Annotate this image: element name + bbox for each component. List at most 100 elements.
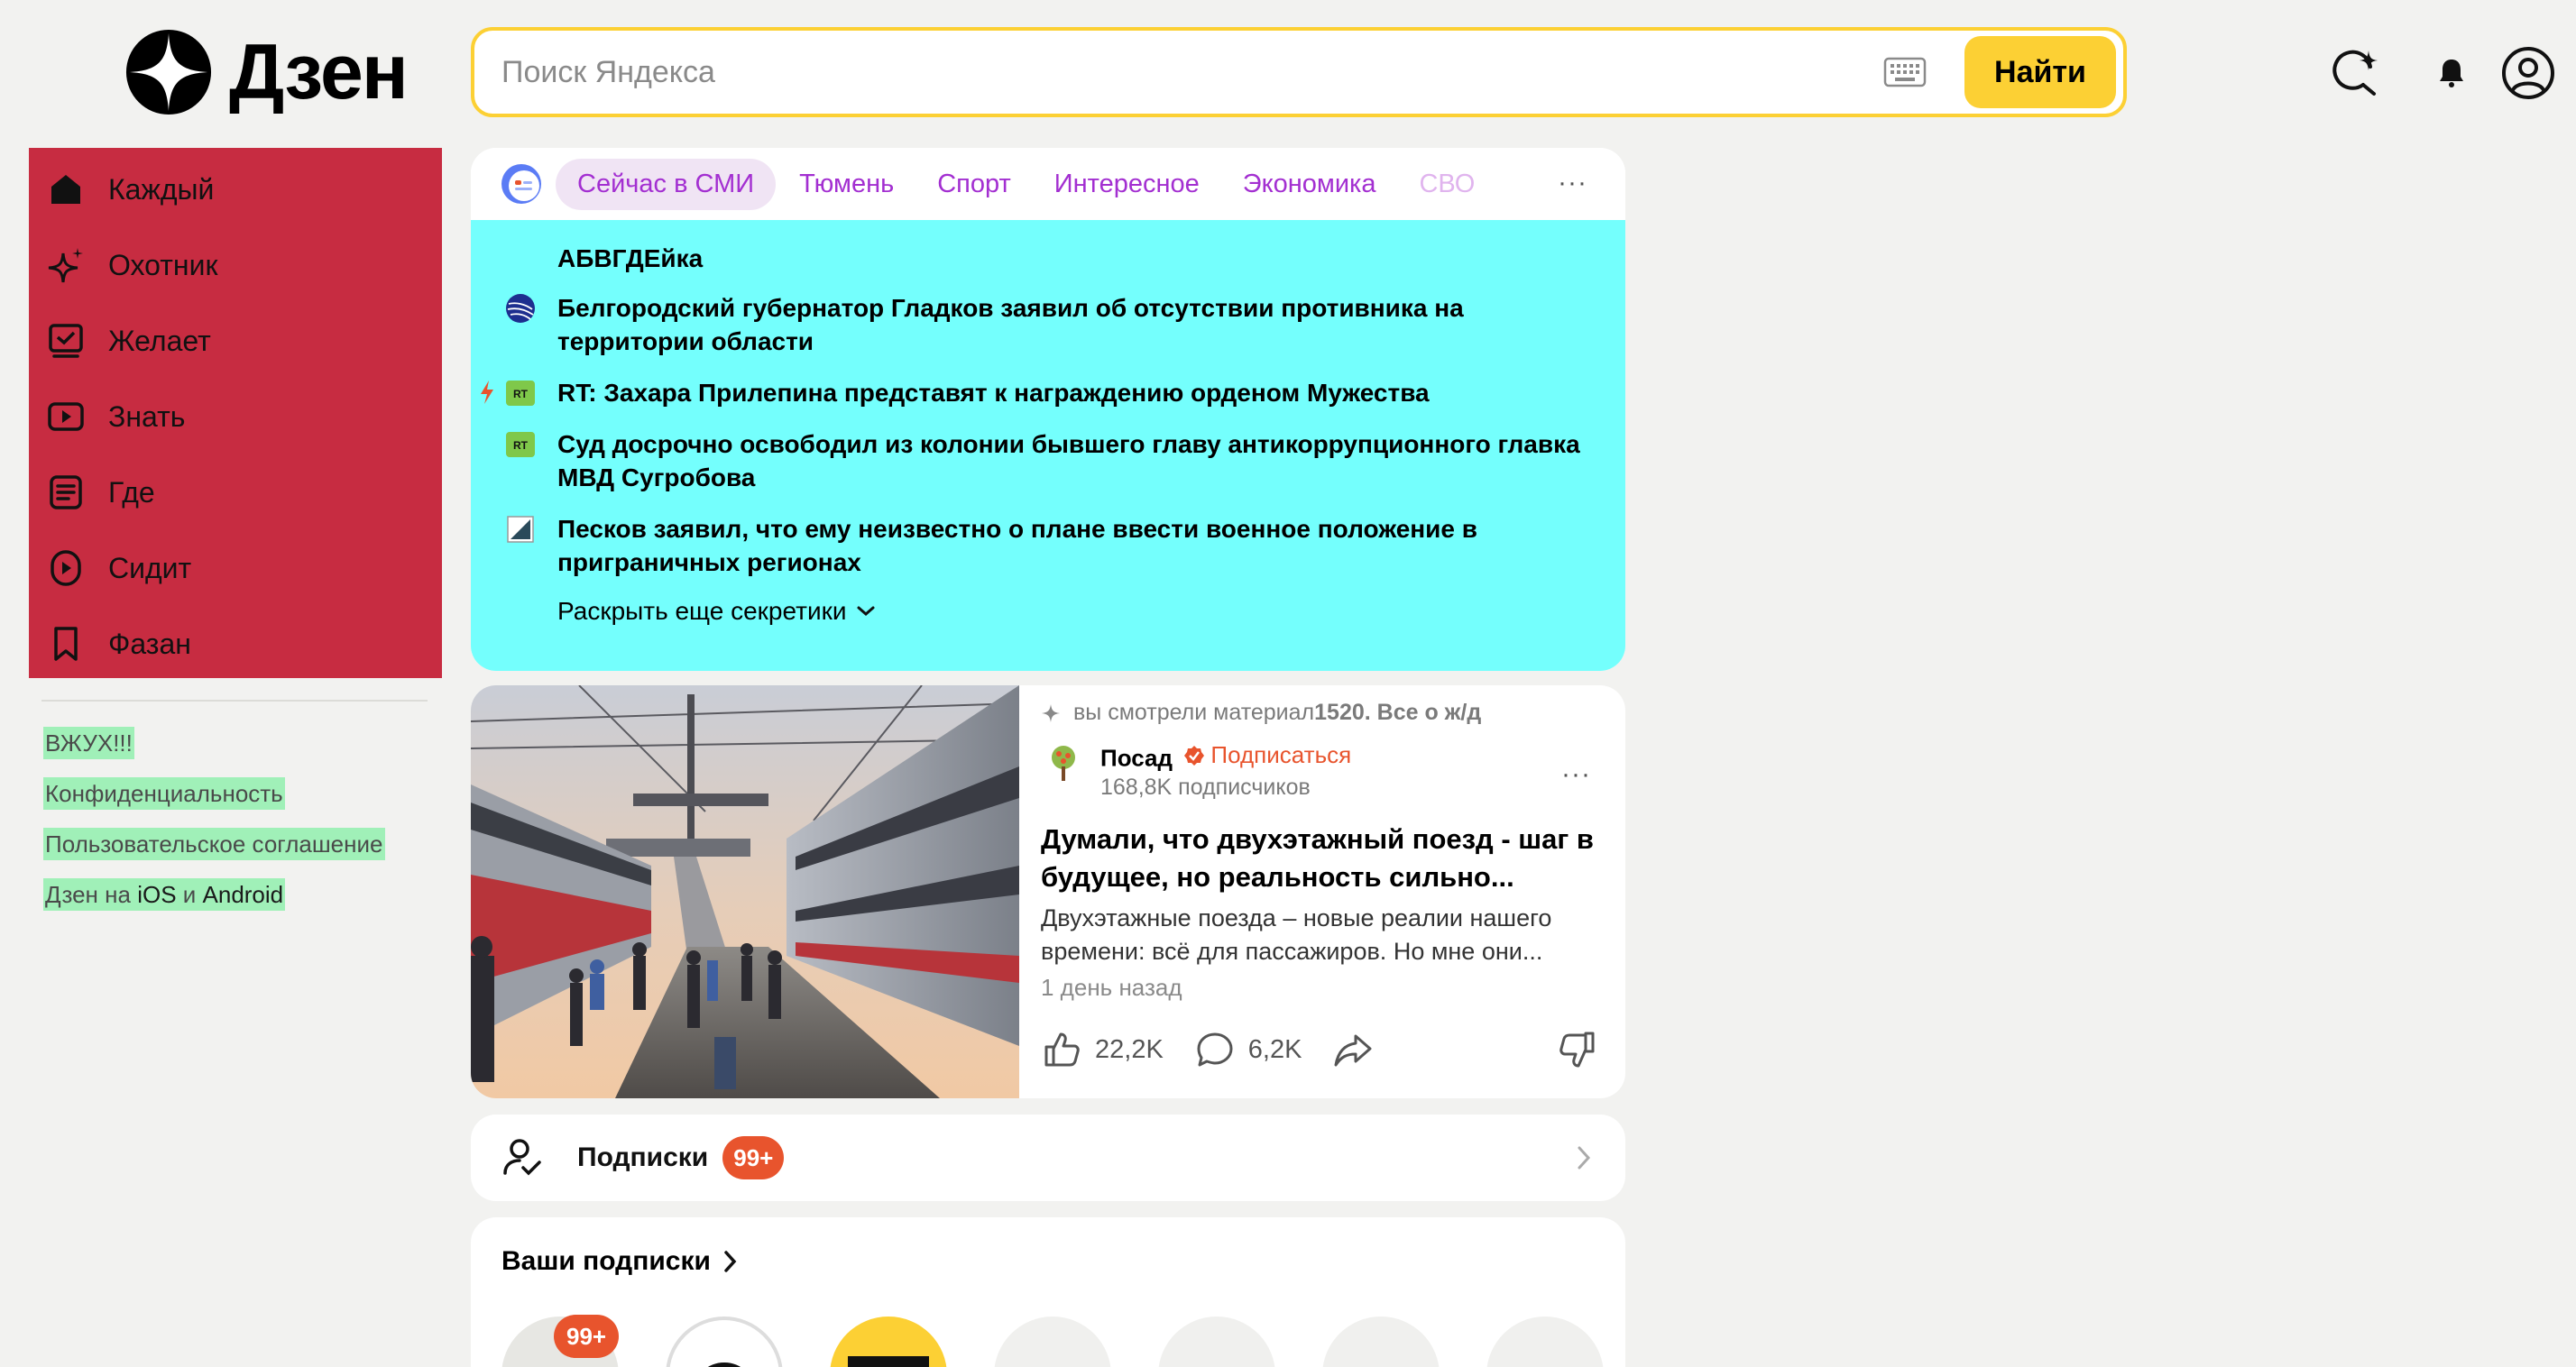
logo-text: Дзен	[229, 29, 409, 115]
tab-sport[interactable]: Спорт	[937, 170, 1011, 199]
viewed-title[interactable]: 1520. Все о ж/д	[1314, 700, 1481, 726]
subscriptions-label: Подписки	[577, 1142, 709, 1172]
news-list: АБВГДЕйка Белгородский губернатор Гладко…	[471, 220, 1625, 671]
tab-interesting[interactable]: Интересное	[1054, 170, 1200, 199]
comment-button[interactable]: 6,2K	[1194, 1029, 1302, 1070]
tab-now-in-media[interactable]: Сейчас в СМИ	[556, 158, 777, 210]
subscription-avatar[interactable]	[1486, 1317, 1604, 1367]
logo[interactable]: Дзен	[124, 27, 409, 117]
rt-source-icon: RT	[506, 381, 535, 406]
search-button[interactable]: Найти	[1964, 36, 2116, 108]
subscription-avatar[interactable]	[994, 1317, 1111, 1367]
sidebar-nav: Каждый Охотник Желает Знать Где Сидит Фа…	[29, 148, 442, 678]
bookmark-icon	[54, 627, 78, 661]
sidebar-item-play[interactable]: Сидит	[29, 530, 442, 606]
checkbox-icon	[49, 324, 83, 358]
article-icon	[50, 475, 82, 509]
news-tabs: Сейчас в СМИ Тюмень Спорт Интересное Эко…	[471, 148, 1625, 220]
rt-source-icon: RT	[506, 432, 535, 457]
verified-icon	[1184, 745, 1205, 766]
article-card[interactable]: вы смотрели материал 1520. Все о ж/д Пос…	[471, 685, 1625, 1098]
thumbs-down-icon[interactable]	[1557, 1028, 1600, 1071]
profile-icon[interactable]	[2500, 45, 2556, 101]
thumbs-up-icon	[1044, 1032, 1080, 1067]
sidebar-item-article[interactable]: Где	[29, 454, 442, 530]
news-expand-button[interactable]: Раскрыть еще секретики	[471, 597, 1625, 626]
news-heading: АБВГДЕйка	[471, 242, 1625, 275]
your-subscriptions-title: Ваши подписки	[501, 1246, 711, 1276]
news-card: Сейчас в СМИ Тюмень Спорт Интересное Эко…	[471, 148, 1625, 671]
ai-search-icon[interactable]	[2329, 47, 2379, 97]
tab-economy[interactable]: Экономика	[1243, 170, 1376, 199]
ios-link[interactable]: iOS	[137, 881, 176, 908]
sidebar-item-label: Желает	[108, 324, 211, 357]
article-photo[interactable]	[471, 685, 1019, 1098]
android-link[interactable]: Android	[203, 881, 284, 908]
chevron-right-icon	[724, 1251, 737, 1272]
tabs-more-button[interactable]: ···	[1558, 168, 1587, 198]
apps-prefix: Дзен на	[45, 881, 138, 908]
subscription-avatar[interactable]	[1158, 1317, 1275, 1367]
subscriber-count: 168,8K подписчиков	[1100, 774, 1311, 800]
news-item[interactable]: RT Суд досрочно освободил из колонии быв…	[471, 427, 1625, 494]
tab-tyumen[interactable]: Тюмень	[799, 170, 894, 199]
news-item-text: RT: Захара Прилепина представят к награж…	[557, 379, 1430, 407]
share-button[interactable]	[1332, 1029, 1374, 1070]
sparkle-icon	[1042, 703, 1060, 722]
dzen-logo-icon	[125, 29, 212, 115]
news-heading-text: АБВГДЕйка	[557, 244, 704, 272]
subscriptions-badge: 99+	[722, 1136, 785, 1179]
your-subscriptions-header[interactable]: Ваши подписки	[501, 1246, 738, 1277]
sidebar-item-home[interactable]: Каждый	[29, 151, 442, 227]
subscription-avatar[interactable]	[666, 1317, 783, 1367]
privacy-link[interactable]: Конфиденциальность	[43, 777, 285, 810]
svg-text:RT: RT	[513, 439, 529, 452]
sidebar-item-label: Где	[108, 475, 155, 509]
subscription-avatar[interactable]	[830, 1317, 947, 1367]
news-expand-label: Раскрыть еще секретики	[557, 597, 847, 625]
channel-name[interactable]: Посад	[1100, 745, 1173, 772]
your-subscriptions: Ваши подписки 99+	[471, 1217, 1625, 1367]
sidebar-item-label: Каждый	[108, 172, 215, 206]
subscription-badge: 99+	[554, 1315, 620, 1358]
comment-icon	[1197, 1032, 1233, 1067]
like-button[interactable]: 22,2K	[1041, 1029, 1164, 1070]
lightning-icon	[481, 381, 493, 404]
apps-link[interactable]: Дзен на iOS и Android	[43, 878, 286, 911]
subscription-avatar[interactable]	[1322, 1317, 1440, 1367]
chevron-down-icon	[857, 606, 874, 616]
svg-text:RT: RT	[513, 388, 529, 400]
sidebar-item-checkbox[interactable]: Желает	[29, 303, 442, 379]
news-item[interactable]: Белгородский губернатор Гладков заявил о…	[471, 291, 1625, 358]
bell-icon[interactable]	[2426, 47, 2477, 97]
subscribe-label: Подписаться	[1210, 741, 1352, 768]
subscribe-button[interactable]: Подписаться	[1183, 741, 1351, 769]
article-snippet: Двухэтажные поезда – новые реалии нашего…	[1041, 904, 1552, 965]
news-logo-icon	[501, 164, 541, 204]
sidebar-item-bookmark[interactable]: Фазан	[29, 606, 442, 682]
subscription-logo	[707, 1362, 741, 1367]
sidebar-item-label: Сидит	[108, 551, 192, 584]
channel-avatar[interactable]	[1041, 741, 1086, 786]
news-item[interactable]: Песков заявил, что ему неизвестно о план…	[471, 512, 1625, 579]
article-time: 1 день назад	[1041, 974, 1182, 1001]
terms-link[interactable]: Пользовательское соглашение	[43, 828, 385, 860]
sparkle-icon	[48, 248, 83, 283]
comment-count: 6,2K	[1247, 1034, 1302, 1064]
article-more-button[interactable]: ···	[1561, 759, 1591, 790]
sidebar-item-video[interactable]: Знать	[29, 379, 442, 454]
apps-and: и	[176, 881, 203, 908]
search-input[interactable]	[474, 31, 1883, 114]
viewed-prefix: вы смотрели материал	[1073, 700, 1315, 725]
subscriptions-icon	[503, 1139, 541, 1176]
article-title[interactable]: Думали, что двухэтажный поезд - шаг в бу…	[1041, 821, 1600, 896]
keyboard-icon[interactable]	[1883, 57, 1927, 87]
sidebar-item-sparkle[interactable]: Охотник	[29, 227, 442, 303]
subscriptions-link[interactable]: Подписки 99+	[471, 1115, 1625, 1201]
video-icon	[48, 402, 84, 431]
tab-svo[interactable]: СВО	[1419, 170, 1475, 199]
share-icon	[1334, 1034, 1372, 1067]
news-item[interactable]: RT RT: Захара Прилепина представят к наг…	[471, 376, 1625, 409]
chevron-right-icon	[1578, 1146, 1591, 1170]
wow-link[interactable]: ВЖУХ!!!	[43, 727, 134, 759]
